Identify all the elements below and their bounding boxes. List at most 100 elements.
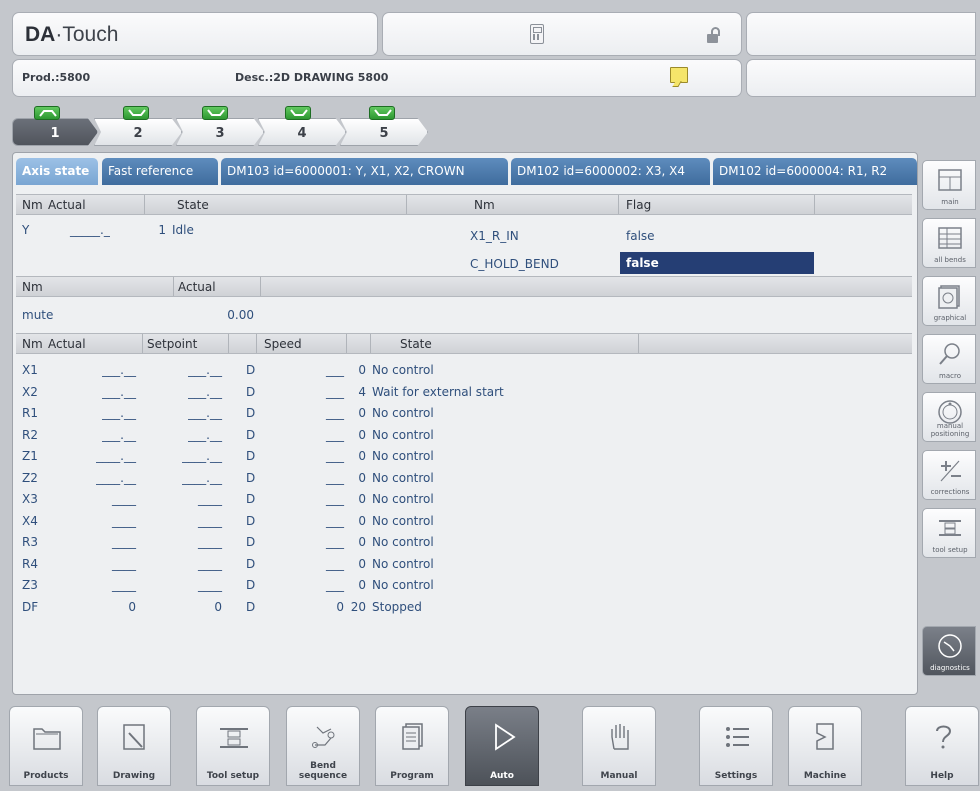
axis-actual: ____ bbox=[112, 578, 136, 592]
axis-actual: ___.__ bbox=[102, 363, 136, 377]
tab-fast-reference[interactable]: Fast reference bbox=[102, 158, 218, 185]
document-icon bbox=[398, 721, 428, 753]
axis-setpoint: ____ bbox=[198, 557, 222, 571]
axis-speed: ___ bbox=[326, 363, 344, 377]
axis-actual: ____.__ bbox=[96, 471, 136, 485]
play-icon bbox=[488, 721, 518, 753]
axis-mode: D bbox=[246, 578, 256, 592]
sidebar-button-diagnostics[interactable]: diagnostics bbox=[922, 626, 976, 676]
help-button[interactable]: Help bbox=[905, 706, 979, 786]
calculator-icon[interactable] bbox=[530, 24, 544, 44]
settings-button[interactable]: Settings bbox=[699, 706, 773, 786]
axis-state-code: 0 bbox=[358, 514, 366, 528]
selected-flag-cell[interactable]: false bbox=[620, 252, 814, 274]
axis-mode: D bbox=[246, 385, 256, 399]
sidebar-button-label: corrections bbox=[930, 488, 970, 496]
sidebar-button-corrections[interactable]: corrections bbox=[922, 450, 976, 500]
machine-icon bbox=[811, 721, 841, 753]
program-button[interactable]: Program bbox=[375, 706, 449, 786]
sidebar-button-macro[interactable]: macro bbox=[922, 334, 976, 384]
header-empty-panel bbox=[746, 12, 976, 56]
y-axis-name: Y bbox=[22, 223, 30, 237]
bottom-button-label: Auto bbox=[490, 771, 514, 781]
axis-setpoint: ____ bbox=[198, 578, 222, 592]
axis-state-code: 0 bbox=[358, 449, 366, 463]
bottom-button-label: Help bbox=[930, 771, 954, 781]
tab-dm102-6000004[interactable]: DM102 id=6000004: R1, R2 bbox=[713, 158, 917, 185]
axis-speed: ___ bbox=[326, 428, 344, 442]
axis-speed: ___ bbox=[326, 557, 344, 571]
sidebar-button-tool-setup[interactable]: tool setup bbox=[922, 508, 976, 558]
axes-table-header: Nm Actual Setpoint Speed State bbox=[16, 333, 912, 354]
unlocked-lock-icon[interactable] bbox=[707, 27, 720, 43]
bend-step-5[interactable]: 5 bbox=[340, 118, 428, 146]
axis-state-code: 20 bbox=[350, 600, 366, 614]
bottom-button-label: Tool setup bbox=[206, 771, 260, 781]
axis-name: R1 bbox=[22, 406, 38, 420]
sidebar-button-main[interactable]: main bbox=[922, 160, 976, 210]
mute-table-header: Nm Actual bbox=[16, 276, 912, 297]
product-info-empty-panel bbox=[746, 59, 976, 97]
magnifier-icon bbox=[937, 341, 963, 367]
drawing-button[interactable]: Drawing bbox=[97, 706, 171, 786]
axis-actual: ___.__ bbox=[102, 428, 136, 442]
hand-icon bbox=[605, 721, 635, 753]
axis-setpoint: 0 bbox=[214, 600, 222, 614]
tab-dm103-6000001[interactable]: DM103 id=6000001: Y, X1, X2, CROWN bbox=[221, 158, 508, 185]
axis-mode: D bbox=[246, 406, 256, 420]
axis-mode: D bbox=[246, 492, 256, 506]
tab-dm102-6000002[interactable]: DM102 id=6000002: X3, X4 bbox=[511, 158, 710, 185]
axis-speed: ___ bbox=[326, 385, 344, 399]
axis-state: Wait for external start bbox=[372, 385, 504, 399]
note-icon[interactable] bbox=[670, 67, 688, 83]
main-icon bbox=[937, 167, 963, 193]
axis-setpoint: ____.__ bbox=[182, 449, 222, 463]
bend-step-4[interactable]: 4 bbox=[258, 118, 346, 146]
sidebar-button-manual-positioning[interactable]: manual positioning bbox=[922, 392, 976, 442]
axis-name: Z2 bbox=[22, 471, 38, 485]
manual-button[interactable]: Manual bbox=[582, 706, 656, 786]
all-bends-icon bbox=[937, 225, 963, 251]
axis-name: X3 bbox=[22, 492, 38, 506]
bottom-button-label: Bend sequence bbox=[298, 761, 348, 781]
axis-state: No control bbox=[372, 535, 434, 549]
axis-setpoint: ___.__ bbox=[188, 385, 222, 399]
axis-setpoint: ___.__ bbox=[188, 428, 222, 442]
plus-minus-icon bbox=[937, 457, 963, 483]
products-button[interactable]: Products bbox=[9, 706, 83, 786]
axis-mode: D bbox=[246, 428, 256, 442]
flag-value[interactable]: false bbox=[626, 229, 655, 243]
axis-state-code: 0 bbox=[358, 557, 366, 571]
axis-name: X1 bbox=[22, 363, 38, 377]
header-tools-panel bbox=[382, 12, 742, 56]
tool-setup-icon bbox=[937, 515, 963, 541]
tab-axis-state[interactable]: Axis state bbox=[16, 158, 98, 185]
y-axis-state-code: 1 bbox=[158, 223, 166, 237]
axis-state-code: 0 bbox=[358, 428, 366, 442]
bottom-button-label: Settings bbox=[714, 771, 758, 781]
axis-actual: 0 bbox=[128, 600, 136, 614]
auto-button[interactable]: Auto bbox=[465, 706, 539, 786]
axis-mode: D bbox=[246, 363, 256, 377]
machine-button[interactable]: Machine bbox=[788, 706, 862, 786]
sidebar-button-label: main bbox=[941, 198, 959, 206]
bend-step-1[interactable]: 1 bbox=[12, 118, 98, 146]
sidebar-button-all-bends[interactable]: all bends bbox=[922, 218, 976, 268]
tool-setup-button[interactable]: Tool setup bbox=[196, 706, 270, 786]
bottom-button-label: Machine bbox=[803, 771, 847, 781]
flag-name: C_HOLD_BEND bbox=[470, 257, 559, 271]
bend-step-2[interactable]: 2 bbox=[94, 118, 182, 146]
axis-mode: D bbox=[246, 514, 256, 528]
bend-step-3[interactable]: 3 bbox=[176, 118, 264, 146]
axis-speed: ___ bbox=[326, 406, 344, 420]
axis-actual: ____ bbox=[112, 514, 136, 528]
axis-speed: ___ bbox=[326, 449, 344, 463]
axis-speed: ___ bbox=[326, 535, 344, 549]
axis-name: Z1 bbox=[22, 449, 38, 463]
app-title-panel: DA·Touch bbox=[12, 12, 378, 56]
axis-state: No control bbox=[372, 471, 434, 485]
axis-actual: ____ bbox=[112, 557, 136, 571]
graphical-icon bbox=[937, 283, 963, 309]
sidebar-button-graphical[interactable]: graphical bbox=[922, 276, 976, 326]
bend-sequence-button[interactable]: Bend sequence bbox=[286, 706, 360, 786]
